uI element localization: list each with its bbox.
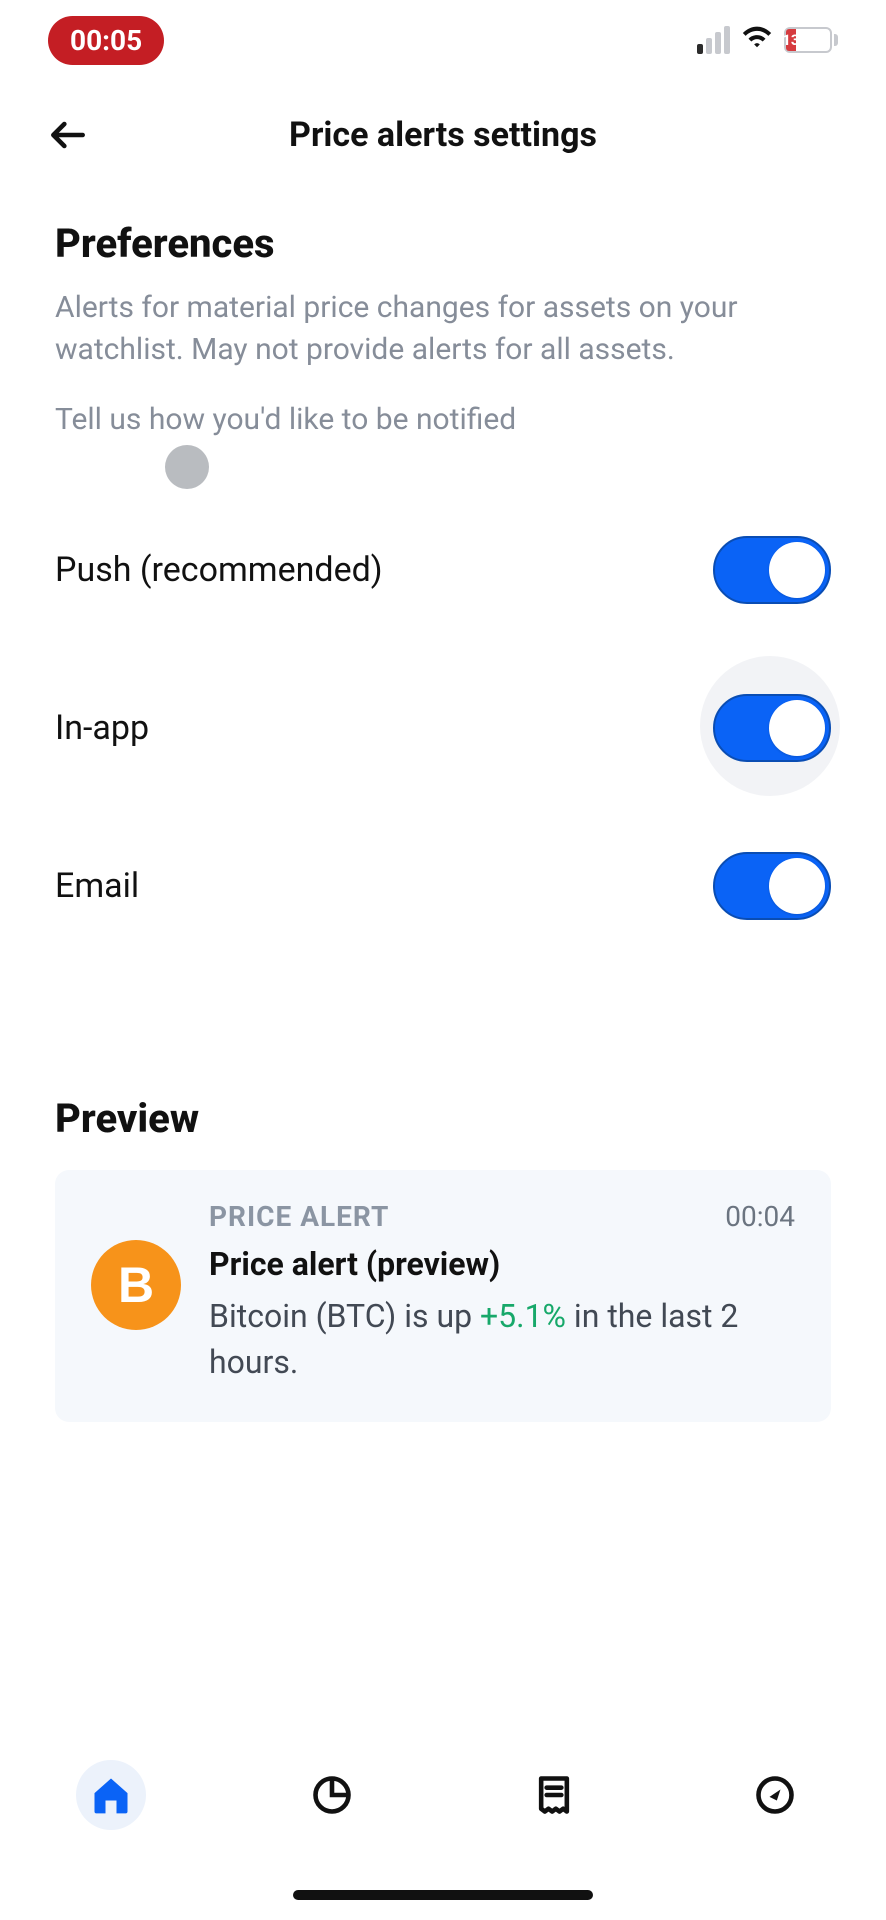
- toggle-email[interactable]: [713, 852, 831, 920]
- preferences-description: Alerts for material price changes for as…: [55, 287, 831, 371]
- touch-indicator: [165, 445, 209, 489]
- wifi-icon: [740, 21, 774, 59]
- content: Preferences Alerts for material price ch…: [0, 190, 886, 1422]
- pct-change: +5.1%: [480, 1297, 566, 1335]
- compass-icon: [753, 1773, 797, 1817]
- arrow-left-icon: [46, 113, 90, 157]
- bitcoin-icon: B: [91, 1240, 181, 1330]
- home-icon: [89, 1773, 133, 1817]
- tab-compass[interactable]: [740, 1760, 810, 1830]
- preview-title: Preview: [55, 1095, 831, 1142]
- toggle-label: Push (recommended): [55, 550, 383, 590]
- preview-text: Bitcoin (BTC) is up +5.1% in the last 2 …: [209, 1293, 795, 1386]
- tab-home[interactable]: [76, 1760, 146, 1830]
- toggle-row-inapp: In-app: [55, 649, 831, 807]
- preview-time: 00:04: [725, 1200, 795, 1233]
- toggle-inapp[interactable]: [713, 694, 831, 762]
- cellular-signal-icon: [697, 26, 730, 54]
- tab-receipt[interactable]: [519, 1760, 589, 1830]
- status-right: 13: [697, 21, 838, 59]
- preview-headline: Price alert (preview): [209, 1245, 795, 1283]
- preview-card: B PRICE ALERT 00:04 Price alert (preview…: [55, 1170, 831, 1422]
- home-indicator: [293, 1890, 593, 1900]
- toggle-row-email: Email: [55, 807, 831, 965]
- nav-header: Price alerts settings: [0, 80, 886, 190]
- preview-tag: PRICE ALERT: [209, 1200, 389, 1233]
- preferences-subtext: Tell us how you'd like to be notified: [55, 399, 831, 441]
- receipt-icon: [532, 1773, 576, 1817]
- battery-icon: 13: [784, 27, 838, 53]
- page-title: Price alerts settings: [289, 115, 597, 155]
- toggle-row-push: Push (recommended): [55, 491, 831, 649]
- pie-chart-icon: [310, 1773, 354, 1817]
- tab-bar: [0, 1720, 886, 1920]
- preferences-title: Preferences: [55, 220, 831, 267]
- status-time-pill: 00:05: [48, 16, 164, 65]
- toggle-label: In-app: [55, 708, 149, 748]
- toggle-push[interactable]: [713, 536, 831, 604]
- battery-level: 13: [786, 29, 796, 51]
- back-button[interactable]: [40, 107, 96, 163]
- tab-pie[interactable]: [297, 1760, 367, 1830]
- toggle-label: Email: [55, 866, 139, 906]
- status-bar: 00:05 13: [0, 0, 886, 80]
